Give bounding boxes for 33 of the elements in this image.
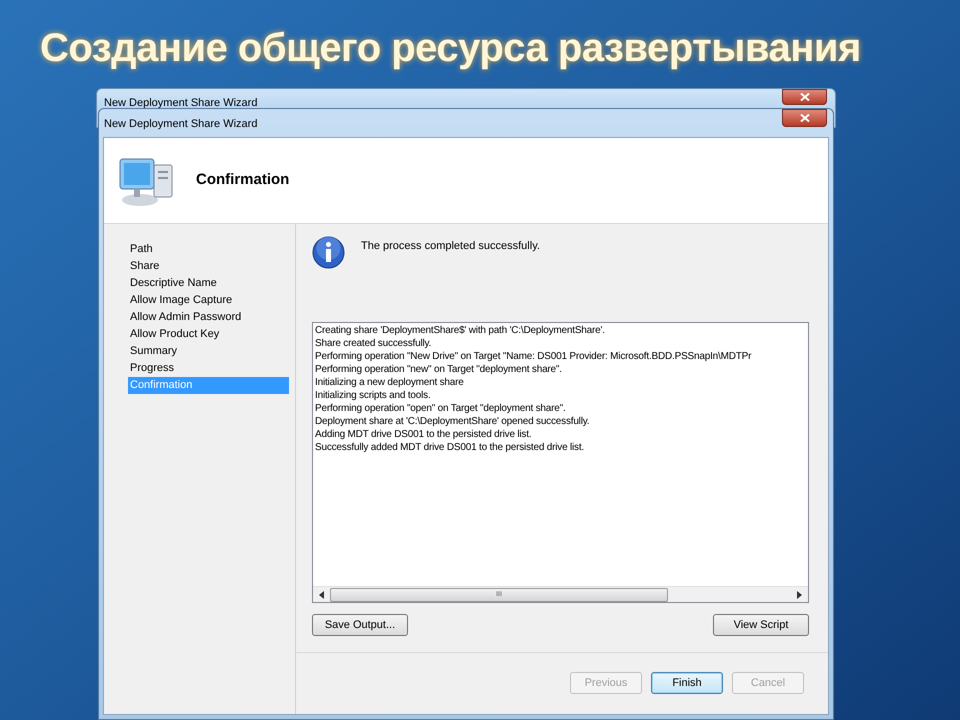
log-line: Performing operation "new" on Target "deployment share". bbox=[315, 363, 562, 376]
log-line: Performing operation "open" on Target "deployment share". bbox=[315, 402, 566, 415]
close-icon bbox=[800, 93, 810, 101]
scroll-right-icon[interactable] bbox=[797, 590, 802, 598]
save-output-button[interactable]: Save Output... bbox=[312, 614, 408, 636]
wizard-step[interactable]: Allow Product Key bbox=[128, 326, 289, 343]
window-title: New Deployment Share Wizard bbox=[104, 117, 258, 132]
wizard-step[interactable]: Allow Image Capture bbox=[128, 292, 289, 309]
scroll-left-icon[interactable] bbox=[319, 590, 324, 598]
wizard-step[interactable]: Summary bbox=[128, 343, 289, 360]
close-button[interactable] bbox=[782, 89, 827, 105]
page-heading: Confirmation bbox=[196, 170, 290, 190]
log-line: Adding MDT drive DS001 to the persisted drive list. bbox=[315, 428, 532, 441]
view-script-button[interactable]: View Script bbox=[713, 614, 809, 636]
close-icon bbox=[800, 114, 810, 122]
info-icon bbox=[312, 236, 345, 269]
window-title: New Deployment Share Wizard bbox=[104, 96, 258, 111]
wizard-step[interactable]: Descriptive Name bbox=[128, 275, 289, 292]
close-button[interactable] bbox=[782, 109, 827, 127]
log-line: Successfully added MDT drive DS001 to the persisted drive list. bbox=[315, 441, 584, 454]
status-message: The process completed successfully. bbox=[361, 239, 540, 254]
wizard-step[interactable]: Path bbox=[128, 241, 289, 258]
wizard-step[interactable]: Share bbox=[128, 258, 289, 275]
log-line: Initializing a new deployment share bbox=[315, 376, 464, 389]
log-line: Performing operation "New Drive" on Target "Name: DS001 Provider: Microsoft.BDD.PSSnapIn\MDTPr bbox=[315, 350, 752, 363]
finish-button[interactable]: Finish bbox=[651, 672, 723, 694]
log-line: Share created successfully. bbox=[315, 337, 432, 350]
log-line: Deployment share at 'C:\DeploymentShare' opened successfully. bbox=[315, 415, 590, 428]
log-line: Creating share 'DeploymentShare$' with path 'C:\DeploymentShare'. bbox=[315, 324, 605, 337]
wizard-step[interactable]: Progress bbox=[128, 360, 289, 377]
slide-title: Создание общего ресурса развертывания bbox=[40, 25, 861, 72]
wizard-step[interactable]: Allow Admin Password bbox=[128, 309, 289, 326]
log-line: Initializing scripts and tools. bbox=[315, 389, 431, 402]
